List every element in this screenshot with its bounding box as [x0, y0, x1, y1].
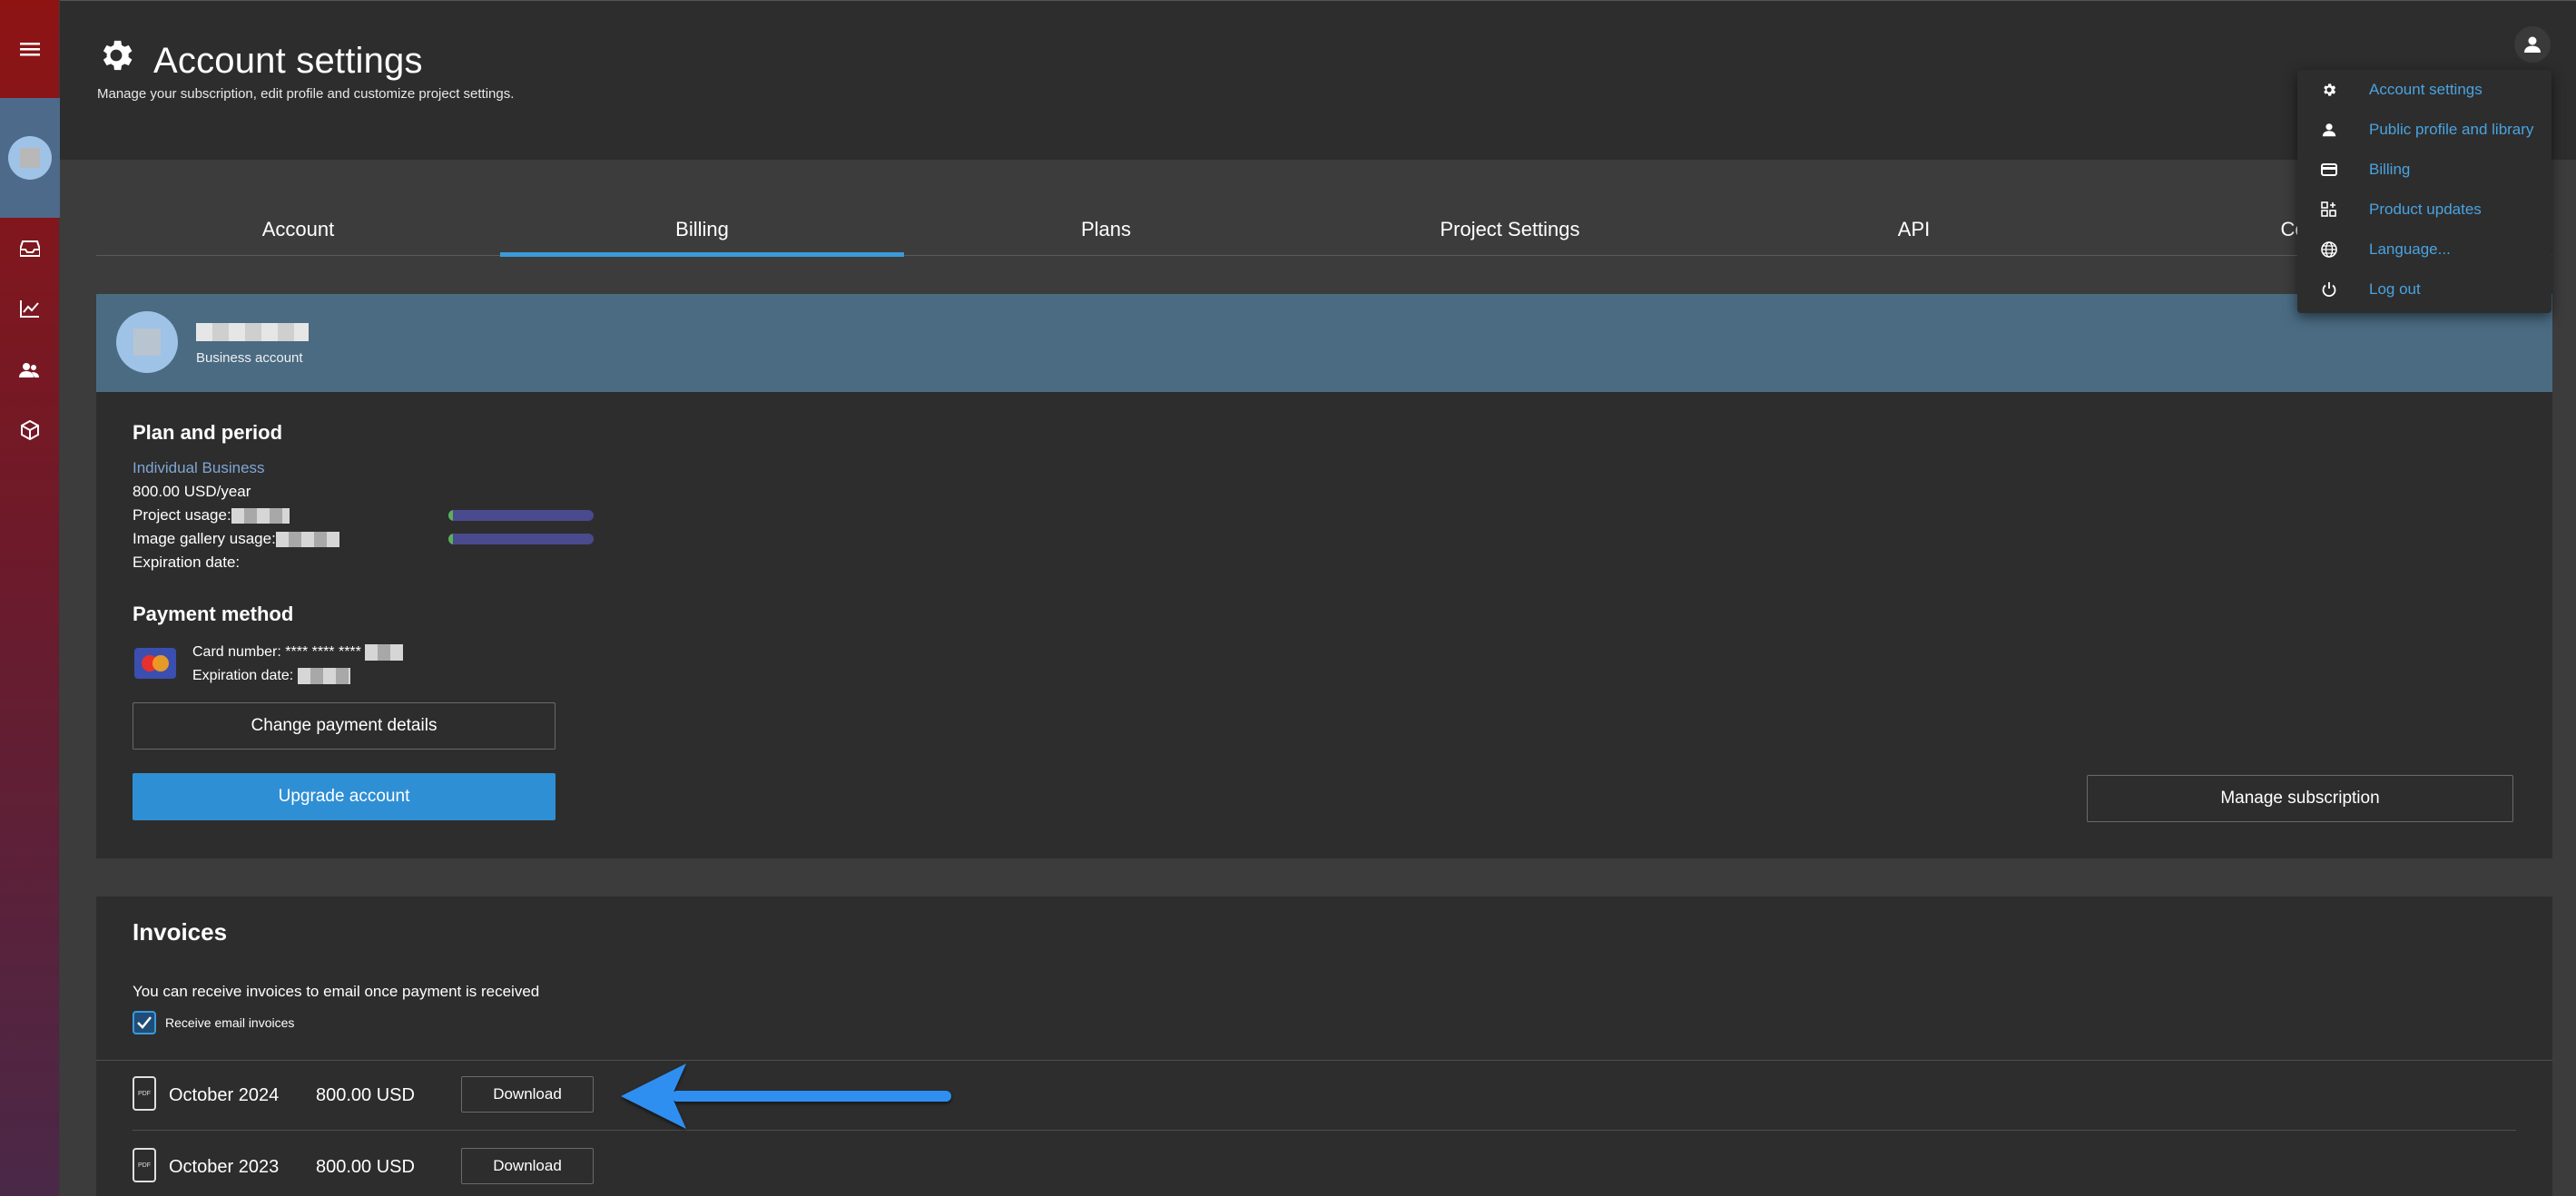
payment-heading: Payment method [133, 603, 294, 625]
project-usage-label: Project usage: [133, 506, 231, 524]
project-usage-bar [448, 510, 594, 521]
annotation-arrow-icon [621, 1064, 951, 1129]
inbox-icon[interactable] [0, 230, 60, 267]
plan-heading: Plan and period [133, 421, 283, 444]
page-header: Account settings Manage your subscriptio… [60, 0, 2576, 160]
manage-subscription-button[interactable]: Manage subscription [2087, 775, 2513, 822]
gallery-usage-bar [448, 534, 594, 544]
email-invoices-label[interactable]: Receive email invoices [165, 1015, 294, 1030]
menu-item-public-profile[interactable]: Public profile and library [2297, 110, 2551, 150]
tab-project-settings[interactable]: Project Settings [1308, 203, 1712, 256]
user-menu-button[interactable] [2514, 26, 2551, 63]
hamburger-menu-icon[interactable] [0, 0, 60, 98]
rail-user-avatar[interactable] [0, 98, 60, 218]
invoice-date: October 2024 [169, 1085, 280, 1105]
card-icon [2319, 160, 2339, 180]
power-icon [2319, 279, 2339, 299]
invoice-amount: 800.00 USD [316, 1085, 415, 1105]
menu-item-log-out[interactable]: Log out [2297, 270, 2551, 309]
account-band: Business account [96, 294, 2552, 392]
project-usage-redacted [231, 508, 290, 524]
invoice-row: PDF October 2024 800.00 USD Download [133, 1060, 2516, 1131]
gear-icon [2319, 80, 2339, 100]
gallery-usage-label: Image gallery usage: [133, 530, 276, 547]
check-icon [137, 1016, 152, 1029]
gallery-usage-redacted [275, 532, 339, 548]
left-rail [0, 0, 60, 1196]
chart-icon[interactable] [0, 290, 60, 327]
gallery-usage: Image gallery usage: [133, 530, 339, 548]
card-expiration-redacted [297, 668, 350, 684]
email-invoices-checkbox[interactable] [133, 1011, 156, 1034]
plan-name-link[interactable]: Individual Business [133, 459, 265, 477]
menu-item-product-updates[interactable]: Product updates [2297, 190, 2551, 230]
globe-icon [2319, 240, 2339, 260]
account-name-redacted [196, 323, 309, 341]
user-dropdown-menu: Account settings Public profile and libr… [2297, 70, 2551, 313]
tab-billing[interactable]: Billing [500, 203, 904, 257]
pdf-icon: PDF [133, 1076, 156, 1111]
cube-icon[interactable] [0, 412, 60, 448]
page-subtitle: Manage your subscription, edit profile a… [97, 86, 515, 102]
menu-item-billing[interactable]: Billing [2297, 150, 2551, 190]
main-content: Account Billing Plans Project Settings A… [60, 160, 2576, 1196]
upgrade-account-button[interactable]: Upgrade account [133, 773, 556, 820]
menu-item-account-settings[interactable]: Account settings [2297, 70, 2551, 110]
menu-item-language[interactable]: Language... [2297, 230, 2551, 270]
change-payment-button[interactable]: Change payment details [133, 702, 556, 750]
plan-price: 800.00 USD/year [133, 483, 251, 500]
users-icon[interactable] [0, 352, 60, 388]
invoice-row: PDF October 2023 800.00 USD Download [133, 1132, 2516, 1196]
person-icon [2319, 120, 2339, 140]
invoice-amount: 800.00 USD [316, 1157, 415, 1177]
account-type: Business account [196, 350, 303, 366]
person-icon [2524, 36, 2541, 53]
card-last-digits-redacted [365, 644, 404, 661]
download-invoice-button[interactable]: Download [461, 1076, 594, 1113]
pdf-icon: PDF [133, 1148, 156, 1182]
gear-icon [96, 35, 140, 79]
avatar [116, 311, 178, 373]
updates-icon [2319, 200, 2339, 220]
avatar [8, 136, 52, 180]
invoice-date: October 2023 [169, 1157, 280, 1177]
download-invoice-button[interactable]: Download [461, 1148, 594, 1184]
invoices-description: You can receive invoices to email once p… [133, 983, 540, 1000]
project-usage: Project usage: [133, 506, 290, 524]
mastercard-icon [134, 648, 176, 679]
settings-tabs: Account Billing Plans Project Settings A… [96, 203, 2552, 257]
invoices-heading: Invoices [133, 918, 228, 946]
billing-card: Business account Plan and period Individ… [96, 294, 2552, 858]
card-expiration: Expiration date: [192, 668, 350, 684]
page-title: Account settings [153, 41, 423, 81]
invoices-card: Invoices You can receive invoices to ema… [96, 897, 2552, 1196]
tab-plans[interactable]: Plans [904, 203, 1308, 256]
tab-api[interactable]: API [1712, 203, 2116, 256]
tab-account[interactable]: Account [96, 203, 500, 256]
plan-expiration: Expiration date: [133, 554, 241, 571]
card-number: Card number: **** **** **** [192, 644, 404, 661]
